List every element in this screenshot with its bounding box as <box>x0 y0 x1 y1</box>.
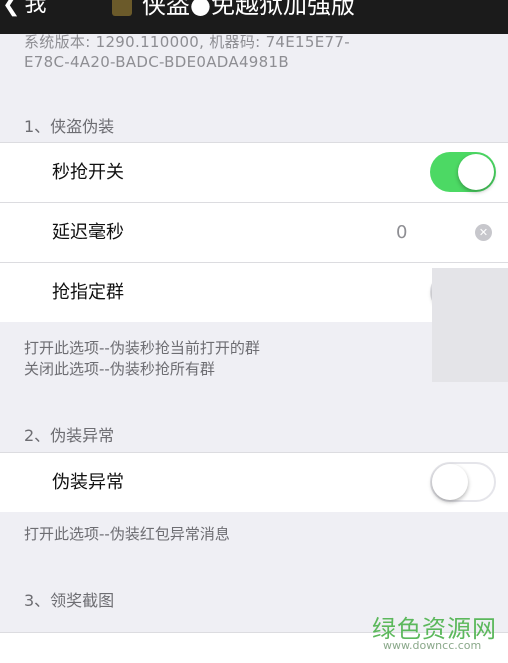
section-header-screenshot: 3、领奖截图 <box>24 591 115 610</box>
navigation-bar: ❮ 我 侠盗●免越狱加强版 <box>0 0 508 34</box>
instant-grab-toggle[interactable] <box>430 152 496 192</box>
system-info-line: E78C-4A20-BADC-BDE0ADA4981B <box>24 53 289 71</box>
row-fake-abnormal: 伪装异常 <box>0 452 508 512</box>
row-label: 抢指定群 <box>52 282 124 303</box>
row-delay-ms: 延迟毫秒 0 ✕ <box>0 202 508 262</box>
delay-ms-input[interactable]: 0 <box>396 203 407 262</box>
chevron-left-icon: ❮ <box>2 0 21 17</box>
section-footer-abnormal: 打开此选项--伪装红包异常消息 <box>24 524 230 545</box>
clear-icon[interactable]: ✕ <box>475 224 492 241</box>
system-info-line: 系统版本: 1290.110000, 机器码: 74E15E77- <box>24 33 350 51</box>
back-label: 我 <box>24 0 47 17</box>
app-icon <box>112 0 132 16</box>
footer-line: 打开此选项--伪装红包异常消息 <box>24 525 230 543</box>
row-label: 秒抢开关 <box>52 162 124 183</box>
toggle-knob <box>432 464 468 500</box>
row-label: 延迟毫秒 <box>52 222 124 243</box>
fake-abnormal-toggle[interactable] <box>430 462 496 502</box>
footer-line: 打开此选项--伪装秒抢当前打开的群 <box>24 339 260 357</box>
page-title: 侠盗●免越狱加强版 <box>112 0 355 22</box>
toggle-knob <box>458 154 494 190</box>
row-instant-grab: 秒抢开关 <box>0 142 508 202</box>
section-header-disguise: 1、侠盗伪装 <box>24 117 115 136</box>
watermark-url: www.downcc.com <box>383 639 482 652</box>
page-title-text: 侠盗●免越狱加强版 <box>142 0 355 19</box>
footer-line: 关闭此选项--伪装秒抢所有群 <box>24 360 215 378</box>
system-info: 系统版本: 1290.110000, 机器码: 74E15E77- E78C-4… <box>24 32 494 72</box>
section-footer-disguise: 打开此选项--伪装秒抢当前打开的群 关闭此选项--伪装秒抢所有群 <box>24 338 260 380</box>
overlay-block <box>432 268 508 382</box>
section-header-abnormal: 2、伪装异常 <box>24 426 115 445</box>
back-button[interactable]: ❮ 我 <box>2 0 46 22</box>
row-label: 伪装异常 <box>52 472 124 493</box>
